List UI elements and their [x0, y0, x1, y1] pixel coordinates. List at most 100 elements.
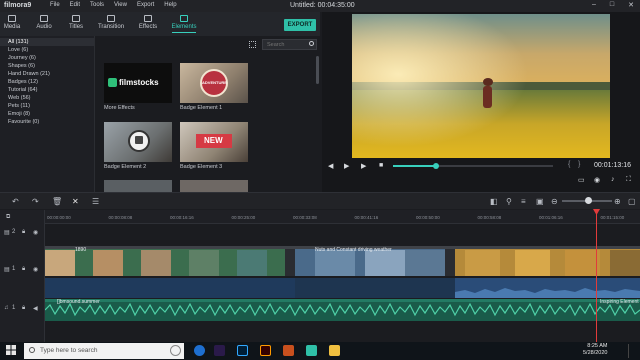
render-icon[interactable]: ◧: [490, 197, 498, 206]
tab-titles[interactable]: Titles: [56, 15, 96, 30]
maximize-icon[interactable]: □: [610, 1, 614, 9]
category-item[interactable]: Love (6): [0, 46, 94, 54]
search-icon: [29, 347, 35, 353]
add-track-icon[interactable]: ⧉: [6, 214, 10, 221]
fit-icon[interactable]: ▢: [628, 197, 636, 206]
lock-icon[interactable]: 🔒︎: [22, 229, 25, 236]
category-item[interactable]: Journey (6): [0, 54, 94, 62]
playhead-line[interactable]: [596, 211, 597, 342]
close-icon[interactable]: ✕: [628, 1, 634, 9]
library-scrollbar[interactable]: [316, 56, 319, 84]
timeline-empty-area[interactable]: [45, 321, 640, 342]
category-item[interactable]: Pets (11): [0, 102, 94, 110]
video-track-icon: ▤: [4, 267, 10, 273]
menu-file[interactable]: File: [50, 2, 60, 8]
menu-help[interactable]: Help: [164, 2, 176, 8]
tab-effects[interactable]: Effects: [128, 15, 168, 30]
video-track-2[interactable]: 1890 Nuts and Constant driving weather: [45, 246, 640, 276]
track-number: 2: [12, 229, 16, 235]
search-icon[interactable]: [309, 41, 314, 46]
undo-icon[interactable]: ↶: [12, 197, 19, 206]
category-item[interactable]: Emoji (8): [0, 110, 94, 118]
fullscreen-icon[interactable]: ⛶: [626, 176, 631, 184]
ruler-tick-label: 00:00:58:08: [477, 215, 502, 220]
menu-tools[interactable]: Tools: [90, 2, 104, 8]
speaker-icon[interactable]: ◀: [33, 305, 38, 312]
photoshop-icon[interactable]: [237, 345, 248, 356]
eye-icon[interactable]: ◉: [33, 266, 38, 273]
play-icon[interactable]: ▶: [361, 162, 366, 170]
menu-export[interactable]: Export: [137, 2, 154, 8]
mark-out-icon[interactable]: }: [578, 161, 580, 168]
snapshot-icon[interactable]: ◉: [594, 176, 600, 184]
ruler-tick-label: 00:00:16:16: [170, 215, 194, 220]
edge-icon[interactable]: [194, 345, 205, 356]
track-number: 1: [12, 266, 16, 272]
category-item[interactable]: Shapes (6): [0, 62, 94, 70]
minimize-icon[interactable]: –: [592, 1, 596, 9]
category-item[interactable]: All (131): [0, 38, 94, 46]
category-item[interactable]: Web (56): [0, 94, 94, 102]
text-icon: [72, 15, 80, 22]
export-button[interactable]: EXPORT: [284, 19, 316, 31]
element-label: More Effects: [104, 105, 135, 111]
element-thumb-badge-2[interactable]: [104, 122, 172, 162]
properties-icon[interactable]: ☰: [92, 197, 99, 206]
redo-icon[interactable]: ↷: [32, 197, 39, 206]
category-item[interactable]: Tutorial (64): [0, 86, 94, 94]
show-desktop-button[interactable]: [628, 344, 638, 358]
delete-icon[interactable]: 🗑: [52, 197, 62, 206]
menu-bar: File Edit Tools View Export Help: [50, 2, 177, 8]
lock-icon[interactable]: 🔒︎: [22, 305, 25, 312]
video-track-2-empty[interactable]: [45, 224, 640, 246]
mic-icon[interactable]: ⚲: [506, 197, 512, 206]
clip-label: 1890: [75, 247, 87, 253]
cut-icon[interactable]: ✕: [72, 197, 79, 206]
audio-mixer-icon[interactable]: ≡: [521, 197, 526, 206]
element-label: Badge Element 3: [180, 164, 223, 170]
zoom-in-icon[interactable]: ⊕: [614, 197, 621, 206]
taskbar-clock[interactable]: 8:25 AM 5/28/2020: [583, 343, 607, 357]
zoom-out-icon[interactable]: ⊖: [551, 197, 558, 206]
lock-icon[interactable]: 🔒︎: [22, 266, 25, 273]
preview-frame-image: [352, 14, 610, 158]
video-clip[interactable]: [455, 278, 640, 298]
element-label: Badge Element 1: [180, 105, 223, 111]
audio-waveform: [44, 299, 640, 321]
category-item[interactable]: Hand Drawn (21): [0, 70, 94, 78]
app-icon[interactable]: [283, 345, 294, 356]
element-thumb-more-effects[interactable]: filmstocks: [104, 63, 172, 103]
volume-icon[interactable]: ♪: [611, 176, 615, 183]
illustrator-icon[interactable]: [260, 345, 271, 356]
eye-icon[interactable]: ◉: [33, 229, 38, 236]
stop-icon[interactable]: ■: [379, 162, 383, 169]
menu-view[interactable]: View: [114, 2, 127, 8]
filmora-taskbar-icon[interactable]: [306, 345, 317, 356]
taskbar-search-box[interactable]: Type here to search: [24, 343, 184, 359]
previous-frame-icon[interactable]: ◀: [328, 162, 333, 170]
audio-track[interactable]: []bmsound.summer Inspiring Element: [44, 299, 640, 321]
video-clip[interactable]: [45, 278, 295, 298]
tab-transition[interactable]: Transition: [91, 15, 131, 30]
video-track-1[interactable]: [45, 278, 640, 298]
element-thumb[interactable]: [180, 180, 248, 192]
cortana-icon[interactable]: [170, 345, 181, 356]
zoom-slider-handle[interactable]: [585, 197, 592, 204]
mark-in-icon[interactable]: {: [568, 161, 570, 168]
premiere-icon[interactable]: [214, 345, 225, 356]
clip-label: Inspiring Element: [600, 299, 639, 305]
category-item[interactable]: Badges (12): [0, 78, 94, 86]
element-thumb-badge-3[interactable]: NEW: [180, 122, 248, 162]
folder-icon: [8, 15, 16, 22]
step-back-icon[interactable]: ▶: [344, 162, 349, 170]
file-explorer-icon[interactable]: [329, 345, 340, 356]
snapshot-tool-icon[interactable]: ▣: [536, 197, 544, 206]
menu-edit[interactable]: Edit: [70, 2, 80, 8]
element-thumb-badge-1[interactable]: ADVENTURE: [180, 63, 248, 103]
windows-start-icon[interactable]: [6, 345, 16, 355]
category-item[interactable]: Favourite (0): [0, 118, 94, 126]
element-thumb[interactable]: [104, 180, 172, 192]
tab-elements[interactable]: Elements: [164, 15, 204, 33]
grid-view-icon[interactable]: [249, 41, 256, 48]
display-icon[interactable]: ▭: [578, 176, 585, 184]
